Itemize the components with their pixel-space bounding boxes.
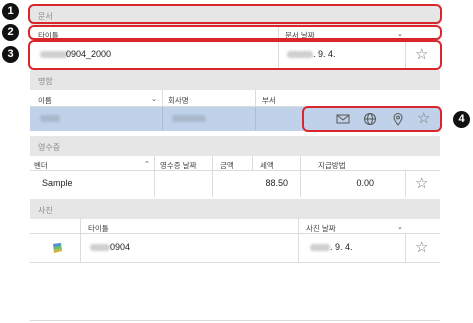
photo-section-header: 사진 xyxy=(30,199,440,219)
photo-thumbnail-icon xyxy=(50,241,64,255)
blurred-text xyxy=(40,115,60,122)
callout-badge-1: 1 xyxy=(2,3,19,20)
blurred-text xyxy=(172,115,206,122)
receipt-section-header: 영수증 xyxy=(30,136,440,156)
column-divider xyxy=(405,171,406,197)
receipt-section-label: 영수증 xyxy=(38,143,61,152)
business-card-col-department[interactable]: 부서 xyxy=(262,95,276,106)
column-divider xyxy=(405,234,406,262)
photo-title-value: 0904 xyxy=(110,242,131,252)
sort-chevron-down-icon[interactable]: ⌄ xyxy=(397,223,403,231)
divider xyxy=(30,320,440,321)
sort-chevron-down-icon[interactable]: ⌄ xyxy=(151,95,157,103)
column-divider xyxy=(80,234,81,262)
favorite-star-icon[interactable]: ☆ xyxy=(417,111,430,126)
favorite-star-icon[interactable]: ☆ xyxy=(415,240,428,255)
column-divider xyxy=(154,171,155,197)
column-divider xyxy=(80,218,81,233)
photo-row[interactable]: 0904 . 9. 4. ☆ xyxy=(30,234,440,262)
mail-icon[interactable] xyxy=(336,112,350,126)
photo-section-label: 사진 xyxy=(38,206,53,215)
business-card-section-header: 명함 xyxy=(30,70,440,90)
column-divider xyxy=(212,171,213,197)
column-divider xyxy=(298,218,299,233)
callout-badge-3: 3 xyxy=(2,46,19,63)
column-divider xyxy=(162,107,163,131)
sort-chevron-up-icon[interactable]: ⌃ xyxy=(144,160,150,168)
receipt-row[interactable]: Sample 88.50 0.00 ☆ xyxy=(30,171,440,197)
column-divider xyxy=(162,90,163,106)
column-divider xyxy=(212,156,213,170)
column-divider xyxy=(255,90,256,106)
column-divider xyxy=(300,156,301,170)
column-divider xyxy=(252,156,253,170)
blurred-text xyxy=(310,244,330,251)
photo-date-value: . 9. 4. xyxy=(330,242,353,252)
column-divider xyxy=(300,171,301,197)
callout-badge-4: 4 xyxy=(453,111,470,128)
receipt-tax-value: 0.00 xyxy=(356,178,374,188)
callout-box-1 xyxy=(28,4,442,24)
column-divider xyxy=(255,107,256,131)
column-divider xyxy=(154,156,155,170)
business-card-col-company[interactable]: 회사명 xyxy=(168,95,189,106)
callout-box-2 xyxy=(28,25,442,40)
business-card-section-label: 명함 xyxy=(38,77,53,86)
callout-badge-2: 2 xyxy=(2,24,19,41)
business-card-col-name[interactable]: 이름 xyxy=(38,95,52,106)
blurred-text xyxy=(90,244,110,251)
receipt-vendor-value: Sample xyxy=(42,178,73,188)
column-divider xyxy=(298,234,299,262)
callout-box-3 xyxy=(28,40,442,70)
favorite-star-icon[interactable]: ☆ xyxy=(415,176,428,191)
globe-icon[interactable] xyxy=(363,112,377,126)
receipt-amount-value: 88.50 xyxy=(265,178,288,188)
divider xyxy=(30,262,440,263)
location-pin-icon[interactable] xyxy=(391,112,405,126)
